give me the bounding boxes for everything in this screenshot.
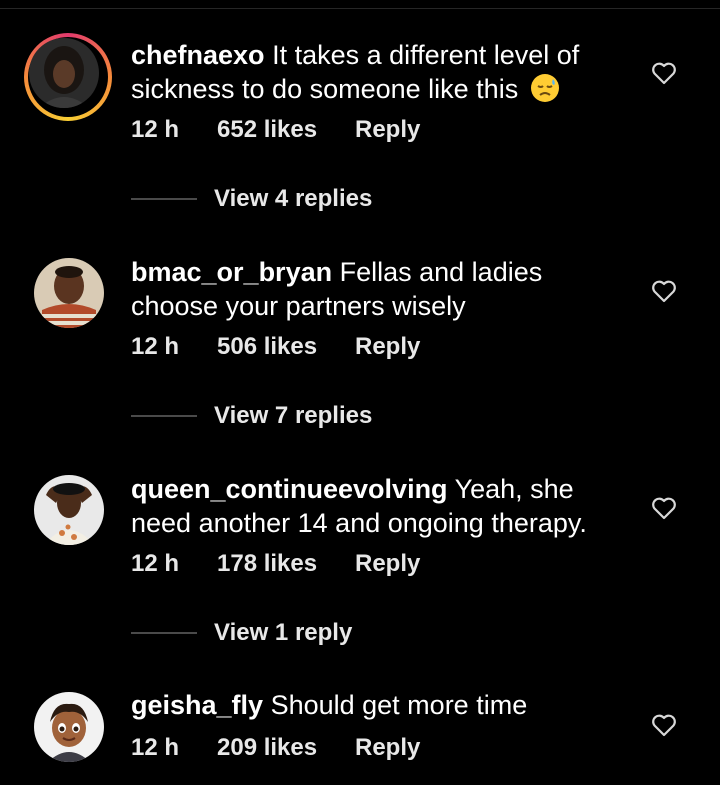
replies-divider bbox=[131, 632, 197, 634]
comment-username[interactable]: bmac_or_bryan bbox=[131, 257, 332, 287]
comment-time: 12 h bbox=[131, 116, 180, 143]
comment-username[interactable]: queen_continueevolving bbox=[131, 474, 448, 504]
comment-likes[interactable]: 178 likes bbox=[217, 550, 317, 578]
comment-time: 12 h bbox=[131, 734, 180, 761]
comment-likes[interactable]: 652 likes bbox=[217, 116, 317, 144]
comment-likes[interactable]: 209 likes bbox=[217, 734, 317, 762]
comment-text: queen_continueevolving Yeah, she need an… bbox=[131, 472, 631, 540]
replies-divider bbox=[131, 198, 197, 200]
comment-username[interactable]: chefnaexo bbox=[131, 40, 265, 70]
comment-text: bmac_or_bryan Fellas and ladies choose y… bbox=[131, 255, 631, 323]
avatar[interactable] bbox=[34, 475, 104, 545]
story-ring[interactable] bbox=[24, 33, 112, 121]
replies-divider bbox=[131, 415, 197, 417]
avatar[interactable] bbox=[34, 692, 104, 762]
comment-username[interactable]: geisha_fly bbox=[131, 690, 263, 720]
view-replies-label[interactable]: View 1 reply bbox=[214, 619, 352, 647]
heart-outline-icon[interactable] bbox=[651, 61, 677, 85]
view-replies-label[interactable]: View 4 replies bbox=[214, 185, 372, 213]
reply-button[interactable]: Reply bbox=[355, 734, 420, 762]
comment-text: geisha_fly Should get more time bbox=[131, 688, 631, 722]
comment-time: 12 h bbox=[131, 333, 180, 360]
reply-button[interactable]: Reply bbox=[355, 116, 420, 144]
heart-outline-icon[interactable] bbox=[651, 279, 677, 303]
comment-body: Should get more time bbox=[270, 690, 528, 720]
comment-likes[interactable]: 506 likes bbox=[217, 333, 317, 361]
avatar[interactable] bbox=[29, 38, 99, 108]
heart-outline-icon[interactable] bbox=[651, 713, 677, 737]
top-divider bbox=[0, 8, 720, 9]
comment-text: chefnaexo It takes a different level of … bbox=[131, 38, 631, 111]
frowning-sweat-face-icon bbox=[530, 73, 560, 111]
view-replies-label[interactable]: View 7 replies bbox=[214, 402, 372, 430]
comment-time: 12 h bbox=[131, 550, 180, 577]
reply-button[interactable]: Reply bbox=[355, 333, 420, 361]
heart-outline-icon[interactable] bbox=[651, 496, 677, 520]
reply-button[interactable]: Reply bbox=[355, 550, 420, 578]
avatar[interactable] bbox=[34, 258, 104, 328]
